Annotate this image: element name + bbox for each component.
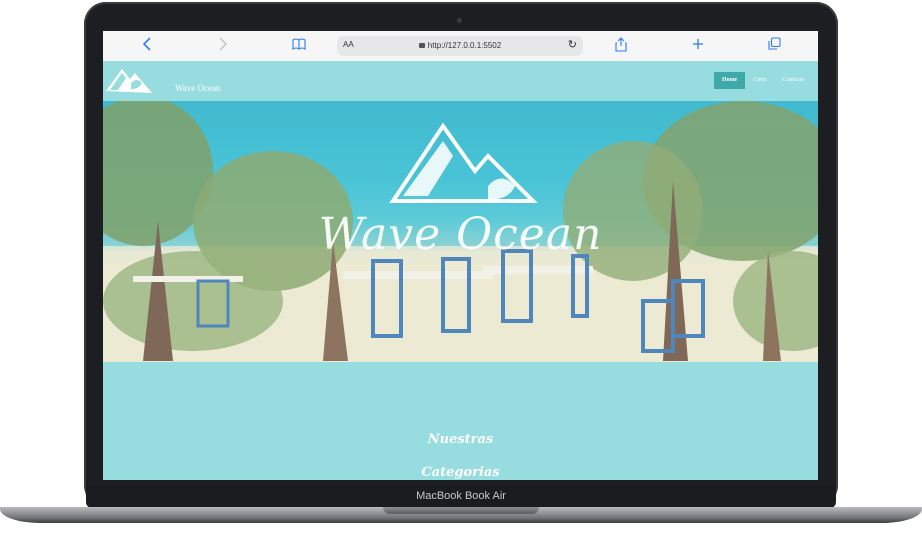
hero-title: Wave Ocean: [318, 209, 603, 260]
nav-menu: Home Carta Contacto: [714, 72, 812, 89]
section-heading-line1: Nuestras: [427, 432, 494, 447]
site-name[interactable]: Wave Ocean: [175, 83, 221, 93]
url-text: http://127.0.0.1:5502: [427, 41, 502, 50]
categories-section: Nuestras Categorias: [103, 362, 818, 480]
back-icon[interactable]: [137, 37, 157, 55]
lock-icon: [418, 43, 425, 48]
forward-icon[interactable]: [213, 37, 233, 55]
address-bar[interactable]: AA http://127.0.0.1:5502 ↻: [337, 36, 583, 56]
tabs-icon[interactable]: [764, 37, 784, 55]
screen: AA http://127.0.0.1:5502 ↻ Wave Ocean Ho…: [103, 31, 818, 480]
nav-item-home[interactable]: Home: [714, 72, 746, 89]
site-navbar: Wave Ocean Home Carta Contacto: [103, 61, 818, 101]
new-tab-icon[interactable]: [688, 37, 708, 55]
laptop-chin: MacBook Book Air: [86, 486, 836, 508]
section-heading-line2: Categorias: [421, 465, 500, 480]
share-icon[interactable]: [611, 37, 631, 55]
camera-icon: [457, 18, 462, 23]
laptop-hinge-notch: [383, 507, 539, 514]
bookmarks-icon[interactable]: [289, 37, 309, 55]
nav-item-carta[interactable]: Carta: [745, 72, 774, 89]
hero-banner: Wave Ocean: [103, 101, 818, 362]
site-logo-icon[interactable]: [104, 63, 154, 95]
nav-item-contacto[interactable]: Contacto: [774, 72, 812, 89]
browser-toolbar: AA http://127.0.0.1:5502 ↻: [103, 31, 818, 62]
device-brand-label: MacBook Book Air: [416, 490, 506, 502]
reload-icon[interactable]: ↻: [568, 38, 577, 51]
